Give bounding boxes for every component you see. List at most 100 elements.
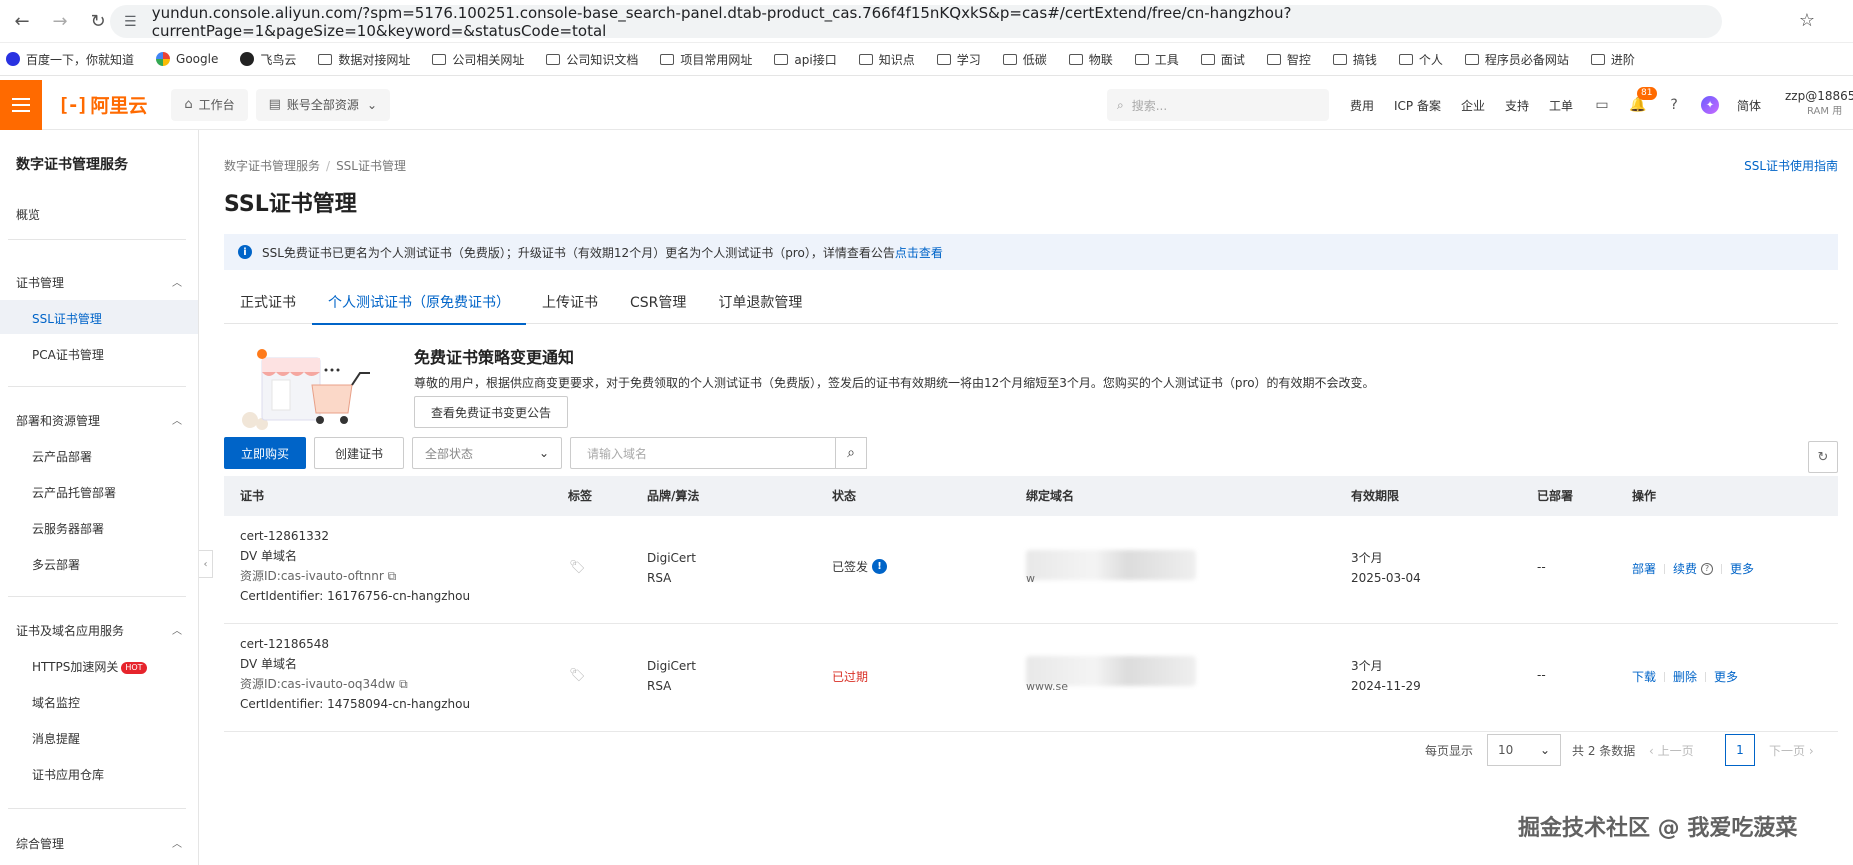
workbench-button[interactable]: ⌂ 工作台 — [171, 88, 248, 121]
next-page-button[interactable]: 下一页 › — [1769, 742, 1814, 759]
resources-dropdown[interactable]: ▤ 账号全部资源 ⌄ — [255, 88, 390, 121]
status-select[interactable]: 全部状态 ⌄ — [412, 437, 562, 469]
renew-link[interactable]: 续费 — [1673, 560, 1697, 577]
sidebar-group-app-services[interactable]: 证书及域名应用服务 ︿ — [16, 622, 182, 639]
sidebar-item-cert-repo[interactable]: 证书应用仓库 — [32, 766, 104, 783]
delete-link[interactable]: 删除 — [1673, 668, 1697, 685]
sidebar-collapse-button[interactable]: ‹ — [199, 550, 213, 578]
header-link-icp[interactable]: ICP 备案 — [1394, 97, 1441, 114]
create-cert-button[interactable]: 创建证书 — [314, 437, 404, 469]
home-icon: ⌂ — [184, 97, 193, 112]
sidebar-group-deploy[interactable]: 部署和资源管理 ︿ — [16, 412, 182, 429]
tab-personal-test[interactable]: 个人测试证书（原免费证书） — [312, 288, 526, 325]
bookmark-folder[interactable]: 工具 — [1134, 51, 1179, 68]
copy-icon[interactable]: ⧉ — [388, 569, 397, 583]
sidebar-item-pca[interactable]: PCA证书管理 — [32, 346, 104, 363]
user-menu[interactable]: zzp@18865... RAM 用 — [1785, 88, 1853, 120]
buy-now-button[interactable]: 立即购买 — [224, 437, 306, 469]
sidebar-item-notifications[interactable]: 消息提醒 — [32, 730, 80, 747]
folder-icon — [1068, 53, 1083, 65]
bookmark-folder[interactable]: 智控 — [1266, 51, 1311, 68]
bookmark-item[interactable]: 百度一下，你就知道 — [6, 51, 134, 68]
sidebar-item-overview[interactable]: 概览 — [16, 206, 40, 223]
sidebar-item-cloud-deploy[interactable]: 云产品部署 — [32, 448, 92, 465]
bookmark-folder[interactable]: 面试 — [1200, 51, 1245, 68]
tab-upload[interactable]: 上传证书 — [526, 288, 614, 324]
global-search-input[interactable]: ⌕ 搜索... — [1107, 89, 1329, 121]
chevron-left-icon: ‹ — [1649, 744, 1654, 758]
address-bar[interactable]: ☰ yundun.console.aliyun.com/?spm=5176.10… — [110, 4, 1722, 40]
forward-icon[interactable]: → — [44, 5, 76, 37]
tab-formal[interactable]: 正式证书 — [224, 288, 312, 324]
page-number[interactable]: 1 — [1725, 734, 1755, 766]
bookmark-folder[interactable]: api接口 — [774, 51, 837, 68]
sidebar-group-cert-management[interactable]: 证书管理 ︿ — [16, 274, 182, 291]
breadcrumb-item[interactable]: 数字证书管理服务 — [224, 159, 320, 173]
deploy-link[interactable]: 部署 — [1632, 560, 1656, 577]
header-link-billing[interactable]: 费用 — [1350, 97, 1374, 114]
breadcrumb-item: SSL证书管理 — [336, 159, 406, 173]
terminal-icon[interactable]: ▭ — [1593, 96, 1611, 114]
validity: 3个月 2025-03-04 — [1351, 551, 1421, 585]
bookmark-folder[interactable]: 学习 — [936, 51, 981, 68]
view-announcement-button[interactable]: 查看免费证书变更公告 — [414, 396, 569, 428]
folder-icon — [1134, 53, 1149, 65]
bookmark-folder[interactable]: 公司知识文档 — [546, 51, 638, 68]
prev-page-button[interactable]: ‹ 上一页 — [1649, 742, 1694, 759]
help-icon[interactable]: ? — [1701, 562, 1714, 575]
bookmark-item[interactable]: Google — [156, 52, 218, 66]
more-link[interactable]: 更多 — [1730, 560, 1754, 577]
language-switch[interactable]: 简体 — [1737, 97, 1761, 114]
folder-icon — [1464, 53, 1479, 65]
cert-id[interactable]: cert-12186548 — [240, 634, 470, 654]
sidebar-item-hosted-deploy[interactable]: 云产品托管部署 — [32, 484, 116, 501]
tag-icon[interactable]: 🏷 — [569, 668, 586, 683]
aliyun-logo[interactable]: [-] 阿里云 — [58, 91, 147, 118]
search-icon[interactable]: ⌕ — [835, 437, 867, 469]
copy-icon[interactable]: ⧉ — [399, 677, 408, 691]
refresh-icon[interactable]: ↻ — [1808, 441, 1838, 473]
bookmark-star-icon[interactable]: ☆ — [1799, 10, 1815, 31]
notice-link[interactable]: 点击查看 — [895, 244, 943, 261]
menu-icon[interactable] — [0, 79, 42, 130]
resource-id: 资源ID:cas-ivauto-oq34dw ⧉ — [240, 677, 408, 691]
bookmark-folder[interactable]: 知识点 — [858, 51, 915, 68]
sidebar-item-server-deploy[interactable]: 云服务器部署 — [32, 520, 104, 537]
bookmark-folder[interactable]: 个人 — [1398, 51, 1443, 68]
more-link[interactable]: 更多 — [1714, 668, 1738, 685]
bell-icon[interactable]: 🔔 81 — [1629, 87, 1657, 114]
header-link-support[interactable]: 支持 — [1505, 97, 1529, 114]
bookmark-folder[interactable]: 低碳 — [1002, 51, 1047, 68]
domain-search-input[interactable]: 请输入域名 — [570, 437, 836, 469]
tab-refund[interactable]: 订单退款管理 — [702, 288, 818, 324]
bookmark-folder[interactable]: 进阶 — [1590, 51, 1635, 68]
tab-csr[interactable]: CSR管理 — [614, 288, 702, 324]
back-icon[interactable]: ← — [6, 5, 38, 37]
bookmark-folder[interactable]: 程序员必备网站 — [1464, 51, 1569, 68]
sidebar-item-https-gateway[interactable]: HTTPS加速网关 HOT — [32, 658, 147, 675]
tag-icon[interactable]: 🏷 — [569, 560, 586, 575]
bookmark-folder[interactable]: 公司相关网址 — [432, 51, 524, 68]
site-info-icon[interactable]: ☰ — [124, 14, 142, 30]
guide-link[interactable]: SSL证书使用指南 — [1744, 157, 1838, 174]
cert-id[interactable]: cert-12861332 — [240, 526, 470, 546]
sidebar-item-ssl[interactable]: SSL证书管理 — [32, 310, 102, 327]
sidebar-group-general[interactable]: 综合管理 ︿ — [16, 835, 182, 852]
sidebar-item-domain-monitor[interactable]: 域名监控 — [32, 694, 80, 711]
page-size-select[interactable]: 10 ⌄ — [1487, 734, 1561, 766]
status-badge: 已签发 ! — [832, 558, 888, 575]
bookmark-folder[interactable]: 数据对接网址 — [318, 51, 410, 68]
folder-icon — [936, 53, 951, 65]
download-link[interactable]: 下载 — [1632, 668, 1656, 685]
alert-icon[interactable]: ! — [872, 559, 888, 574]
header-link-ticket[interactable]: 工单 — [1549, 97, 1573, 114]
bookmark-folder[interactable]: 物联 — [1068, 51, 1113, 68]
bookmark-item[interactable]: 飞鸟云 — [240, 51, 296, 68]
assistant-icon[interactable]: ✦ — [1701, 96, 1720, 114]
bookmark-folder[interactable]: 搞钱 — [1332, 51, 1377, 68]
bookmark-folder[interactable]: 项目常用网址 — [660, 51, 752, 68]
sidebar-item-multicloud[interactable]: 多云部署 — [32, 556, 80, 573]
status-badge: 已过期 — [832, 670, 869, 684]
help-icon[interactable]: ? — [1665, 96, 1683, 114]
header-link-enterprise[interactable]: 企业 — [1461, 97, 1485, 114]
